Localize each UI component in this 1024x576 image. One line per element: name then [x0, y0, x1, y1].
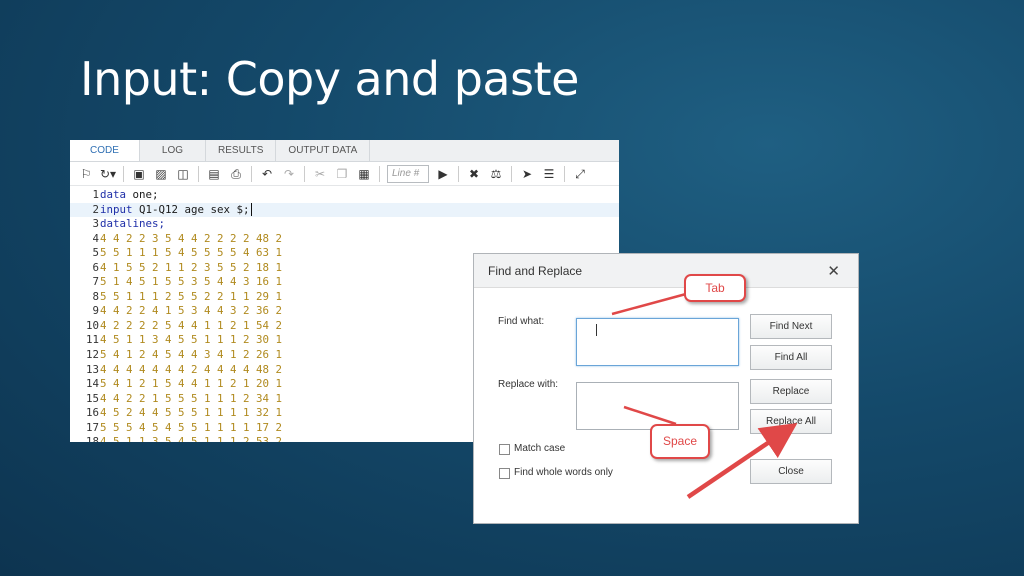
toolbar-divider	[304, 165, 305, 182]
toolbar-divider	[379, 165, 380, 182]
editor-tabs: CODE LOG RESULTS OUTPUT DATA	[70, 140, 619, 162]
code-text: 4 4 2 2 1 5 5 5 1 1 1 2 34 1	[100, 391, 283, 405]
code-text: 4 5 2 4 4 5 5 5 1 1 1 1 32 1	[100, 406, 283, 420]
code-text: data one;	[100, 188, 159, 201]
line-number: 12	[85, 348, 99, 362]
close-button[interactable]: Close	[750, 459, 832, 484]
code-text: datalines;	[100, 217, 166, 231]
code-text: 5 4 1 2 1 5 4 4 1 1 2 1 20 1	[100, 377, 283, 391]
save-as-icon[interactable]: ▨	[151, 165, 171, 183]
history-icon[interactable]: ↻▾	[98, 165, 118, 183]
line-number: 5	[92, 246, 99, 260]
line-number: 18	[85, 435, 99, 442]
dialog-title: Find and Replace	[488, 264, 583, 278]
find-replace-dialog: Find and Replace ✕ Find what: Replace wi…	[473, 253, 859, 524]
toolbar-divider	[198, 165, 199, 182]
paste-icon[interactable]: ▦	[354, 165, 374, 183]
undo-icon[interactable]: ↶	[257, 165, 277, 183]
editor-toolbar: ⚐ ↻▾ ▣ ▨ ◫ ▤ ⎙ ↶ ↷ ✂ ❐ ▦ Line # ▶ ✖ ⚖ ➤ …	[70, 162, 619, 186]
line-number: 16	[85, 406, 99, 420]
code-line[interactable]: 1 data one;	[70, 188, 619, 203]
find-what-input[interactable]	[576, 318, 739, 366]
match-case-label: Match case	[514, 443, 566, 454]
line-number: 15	[85, 391, 99, 405]
toolbar-divider	[564, 165, 565, 182]
log-icon[interactable]: ▤	[204, 165, 224, 183]
find-what-label: Find what:	[498, 316, 545, 327]
line-number: 13	[85, 362, 99, 376]
code-line[interactable]: 3 datalines;	[70, 217, 619, 232]
toolbar-divider	[251, 165, 252, 182]
maximize-icon[interactable]: ⤢	[570, 165, 590, 183]
tab-output-data[interactable]: OUTPUT DATA	[276, 140, 371, 161]
whole-words-label: Find whole words only	[514, 467, 613, 478]
snippet-icon[interactable]: ⚖	[486, 165, 506, 183]
code-text: input Q1-Q12 age sex $;	[100, 202, 252, 216]
code-text: 4 5 1 1 3 5 4 5 1 1 1 2 53 2	[100, 435, 283, 442]
code-text: 4 5 1 1 3 4 5 5 1 1 1 2 30 1	[100, 333, 283, 347]
slide-title: Input: Copy and paste	[80, 52, 579, 106]
open-icon[interactable]: ◫	[173, 165, 193, 183]
code-text: 4 4 2 2 3 5 4 4 2 2 2 2 48 2	[100, 231, 283, 245]
text-caret	[596, 324, 597, 336]
submit-icon[interactable]: ➤	[517, 165, 537, 183]
replace-button[interactable]: Replace	[750, 379, 832, 404]
code-text: 4 2 2 2 2 5 4 4 1 1 2 1 54 2	[100, 318, 283, 332]
replace-all-button[interactable]: Replace All	[750, 409, 832, 434]
code-line[interactable]: 44 4 2 2 3 5 4 4 2 2 2 2 48 2	[70, 232, 619, 247]
go-icon[interactable]: ▶	[433, 165, 453, 183]
code-line[interactable]: 2 input Q1-Q12 age sex $;	[70, 202, 619, 218]
code-text: 5 5 1 1 1 5 4 5 5 5 5 4 63 1	[100, 246, 283, 260]
code-text: 5 5 5 4 5 4 5 5 1 1 1 1 17 2	[100, 420, 283, 434]
code-text: 4 4 2 2 4 1 5 3 4 4 3 2 36 2	[100, 304, 283, 318]
tab-code[interactable]: CODE	[70, 140, 140, 161]
line-number: 4	[92, 231, 99, 245]
line-number: 17	[85, 420, 99, 434]
toolbar-divider	[511, 165, 512, 182]
match-case-checkbox[interactable]	[499, 444, 510, 455]
toolbar-divider	[458, 165, 459, 182]
tab-log[interactable]: LOG	[139, 140, 207, 161]
tab-callout: Tab	[684, 274, 746, 302]
redo-icon[interactable]: ↷	[279, 165, 299, 183]
space-callout: Space	[650, 424, 710, 459]
print-icon[interactable]: ⎙	[226, 165, 246, 183]
line-number-input[interactable]: Line #	[387, 164, 429, 183]
replace-with-input[interactable]	[576, 382, 739, 430]
find-all-button[interactable]: Find All	[750, 345, 832, 370]
whole-words-checkbox[interactable]	[499, 468, 510, 479]
line-number: 8	[92, 289, 99, 303]
line-number: 3	[92, 217, 99, 231]
code-text: 5 4 1 2 4 5 4 4 3 4 1 2 26 1	[100, 348, 283, 362]
line-number: 6	[92, 260, 99, 274]
code-text: 4 4 4 4 4 4 4 2 4 4 4 4 48 2	[100, 362, 283, 376]
code-text: 5 1 4 5 1 5 5 3 5 4 4 3 16 1	[100, 275, 283, 289]
line-number: 9	[92, 304, 99, 318]
code-text: 5 5 1 1 1 2 5 5 2 2 1 1 29 1	[100, 289, 283, 303]
tab-results[interactable]: RESULTS	[206, 140, 277, 161]
replace-with-label: Replace with:	[498, 379, 559, 390]
line-number: 1	[92, 188, 99, 201]
cut-icon[interactable]: ✂	[310, 165, 330, 183]
line-number: 7	[92, 275, 99, 289]
toolbar-divider	[123, 165, 124, 182]
close-icon[interactable]: ✕	[827, 254, 840, 288]
code-text: 4 1 5 5 2 1 1 2 3 5 5 2 18 1	[100, 260, 283, 274]
copy-icon[interactable]: ❐	[332, 165, 352, 183]
line-number: 14	[85, 377, 99, 391]
save-icon[interactable]: ▣	[129, 165, 149, 183]
dialog-header: Find and Replace ✕	[474, 254, 858, 288]
run-icon[interactable]: ⚐	[76, 165, 96, 183]
line-number: 11	[85, 333, 99, 347]
find-next-button[interactable]: Find Next	[750, 314, 832, 339]
clear-icon[interactable]: ✖	[464, 165, 484, 183]
line-number: 2	[92, 202, 99, 216]
line-number: 10	[85, 318, 99, 332]
format-icon[interactable]: ☰	[539, 165, 559, 183]
